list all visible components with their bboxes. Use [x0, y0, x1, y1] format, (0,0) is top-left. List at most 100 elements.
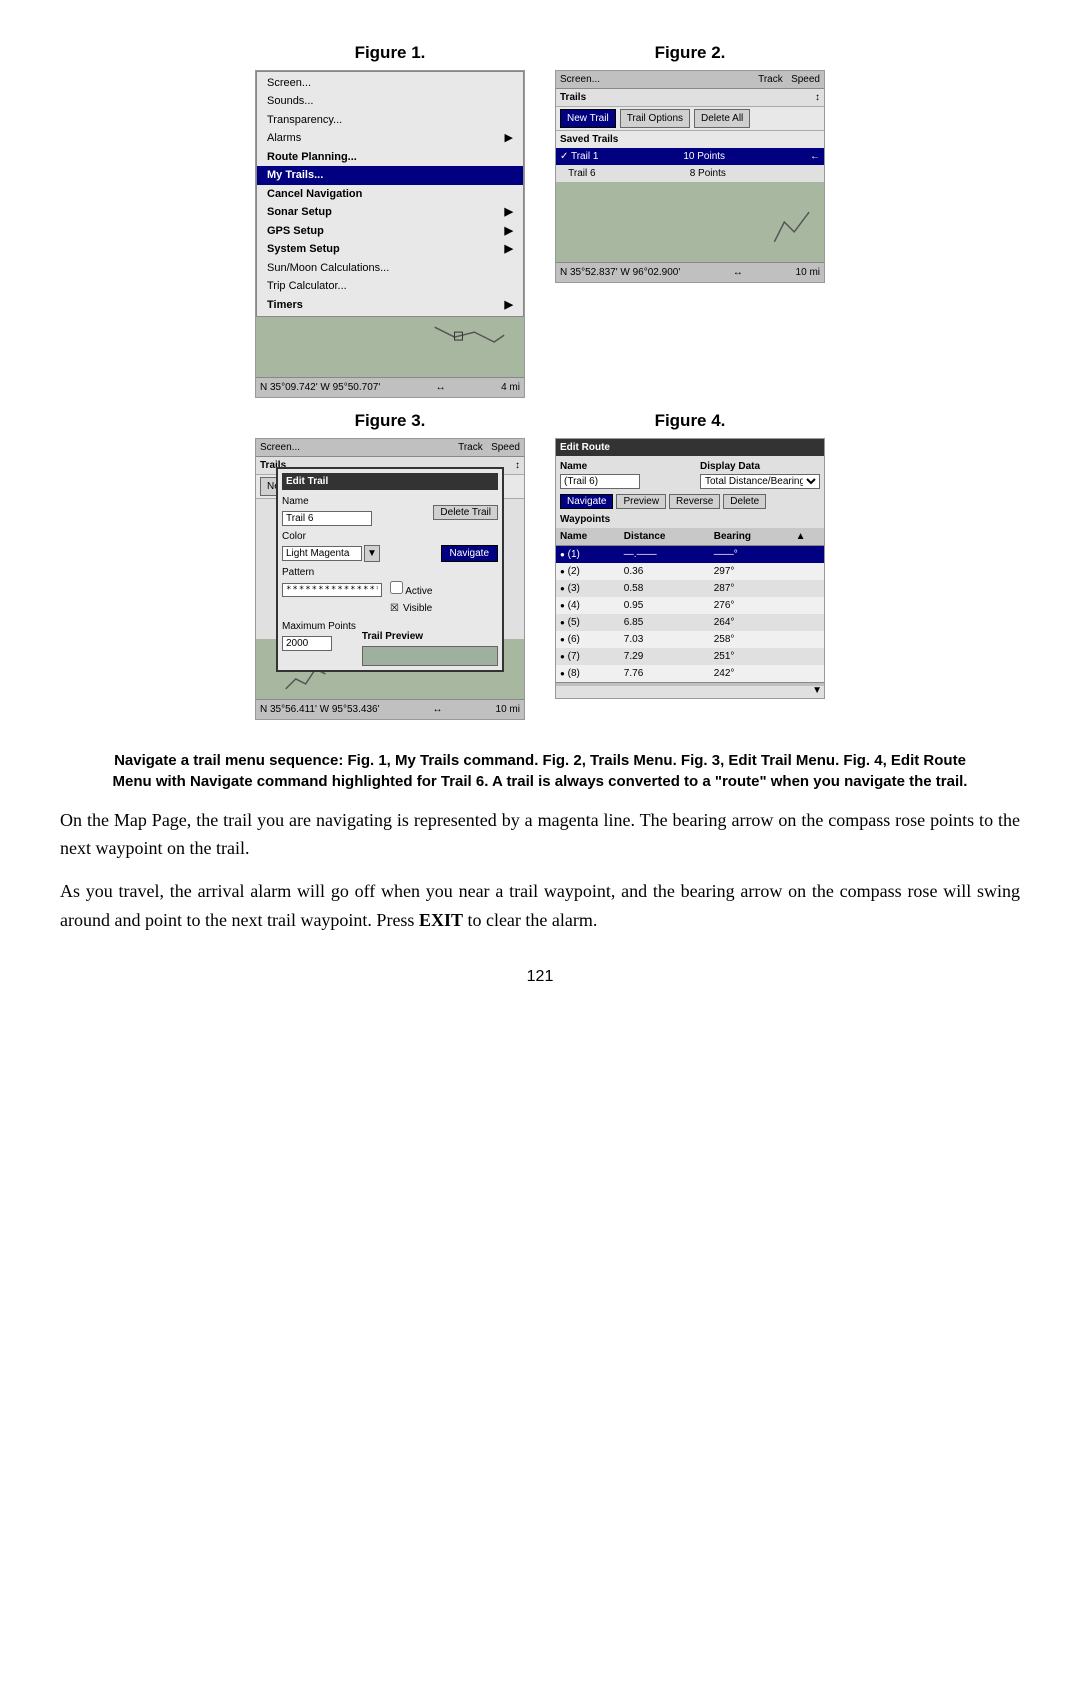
table-row[interactable]: ● (6) 7.03 258°: [556, 631, 824, 648]
figure-2-label: Figure 2.: [655, 40, 726, 66]
figure-2: Screen... Track Speed Trails ↕ New Trail…: [555, 70, 825, 283]
fig2-saved-trails-label: Saved Trails: [556, 131, 824, 148]
fig3-navigate-btn[interactable]: Navigate: [441, 545, 498, 562]
fig1-distance: 4 mi: [501, 380, 520, 395]
fig1-menu: Screen... Sounds... Transparency... Alar…: [256, 71, 524, 318]
fig4-col-distance: Distance: [620, 528, 710, 546]
fig4-delete-btn[interactable]: Delete: [723, 494, 766, 509]
menu-item-gps[interactable]: GPS Setup▶: [257, 222, 523, 241]
fig2-trail-row-1[interactable]: ✓ Trail 1 10 Points ←: [556, 148, 824, 165]
fig3-visible-row: ☒ Visible: [282, 601, 498, 616]
menu-item-sonar[interactable]: Sonar Setup▶: [257, 203, 523, 222]
fig3-screen: Screen...: [260, 440, 300, 455]
fig3-distance: 10 mi: [496, 702, 520, 717]
fig2-screen: Screen...: [560, 72, 600, 87]
fig2-menubar: New Trail Trail Options Delete All: [556, 107, 824, 131]
fig4-col-scroll: ▲: [792, 528, 824, 546]
figures-container: Figure 1. Screen... Sounds... Transparen…: [60, 40, 1020, 730]
table-row[interactable]: ● (2) 0.36 297°: [556, 563, 824, 580]
fig3-delete-trail-btn[interactable]: Delete Trail: [433, 505, 498, 520]
fig1-coords: N 35°09.742' W 95°50.707': [260, 380, 380, 395]
fig2-btn-trail-options[interactable]: Trail Options: [620, 109, 690, 128]
fig3-color-dropdown[interactable]: ▼: [364, 545, 380, 562]
fig3-pattern-input: [282, 583, 382, 597]
fig2-track-speed: Track Speed: [758, 72, 820, 87]
fig1-scale: ↔: [436, 380, 446, 395]
figure-2-block: Figure 2. Screen... Track Speed Trails ↕…: [555, 40, 825, 398]
fig2-btn-delete-all[interactable]: Delete All: [694, 109, 750, 128]
fig4-preview-btn[interactable]: Preview: [616, 494, 666, 509]
fig4-waypoints-table: Name Distance Bearing ▲ ● (1) —.—— ——° ●…: [556, 528, 824, 682]
menu-item-my-trails[interactable]: My Trails...: [257, 166, 523, 185]
fig3-edit-trail-dialog: Edit Trail Name Delete Trail Color: [276, 467, 504, 673]
figure-1: Screen... Sounds... Transparency... Alar…: [255, 70, 525, 399]
fig3-max-points-input[interactable]: [282, 636, 332, 651]
menu-item-timers[interactable]: Timers▶: [257, 296, 523, 315]
caption: Navigate a trail menu sequence: Fig. 1, …: [100, 750, 980, 792]
fig4-waypoints-label: Waypoints: [556, 511, 824, 528]
page-number: 121: [60, 965, 1020, 989]
fig1-bottom-bar: N 35°09.742' W 95°50.707' ↔ 4 mi: [256, 377, 524, 397]
fig3-trail-preview-bar: [362, 646, 498, 666]
fig1-map-area: [256, 317, 524, 377]
fig3-name-label: Name: [282, 494, 427, 509]
fig3-checkboxes: Active: [390, 581, 432, 599]
fig4-reverse-btn[interactable]: Reverse: [669, 494, 720, 509]
fig4-name-row: Name Display Data Total Distance/Bearing: [556, 456, 824, 492]
fig2-topbar: Screen... Track Speed: [556, 71, 824, 89]
table-row[interactable]: ● (8) 7.76 242°: [556, 665, 824, 682]
figure-3: Screen... Track Speed Trails ↕ New Trail…: [255, 438, 525, 720]
fig3-bottom-bar: N 35°56.411' W 95°53.436' ↔ 10 mi: [256, 699, 524, 719]
figure-3-block: Figure 3. Screen... Track Speed Trails ↕…: [255, 408, 525, 720]
menu-item-transparency[interactable]: Transparency...: [257, 111, 523, 130]
menu-item-cancel-nav[interactable]: Cancel Navigation: [257, 185, 523, 204]
fig2-btn-new-trail[interactable]: New Trail: [560, 109, 616, 128]
menu-item-sunmoon[interactable]: Sun/Moon Calculations...: [257, 259, 523, 278]
fig4-col-bearing: Bearing: [710, 528, 792, 546]
fig4-scrollbar-bottom: ▼: [556, 682, 824, 686]
menu-item-screen[interactable]: Screen...: [257, 74, 523, 93]
fig2-trail-row-6[interactable]: Trail 6 8 Points: [556, 165, 824, 182]
fig2-coords: N 35°52.837' W 96°02.900': [560, 265, 680, 280]
fig3-topbar: Screen... Track Speed: [256, 439, 524, 457]
table-row[interactable]: ● (4) 0.95 276°: [556, 597, 824, 614]
fig4-name-label: Name: [560, 459, 640, 474]
fig3-trail-preview-label: Trail Preview: [362, 629, 498, 644]
figures-row-top: Figure 1. Screen... Sounds... Transparen…: [255, 40, 825, 398]
body-para-1: On the Map Page, the trail you are navig…: [60, 806, 1020, 864]
fig4-navigate-btn[interactable]: Navigate: [560, 494, 613, 509]
exit-bold: EXIT: [419, 910, 463, 930]
table-row[interactable]: ● (5) 6.85 264°: [556, 614, 824, 631]
body-para-2: As you travel, the arrival alarm will go…: [60, 877, 1020, 935]
fig2-distance: 10 mi: [796, 265, 820, 280]
table-row[interactable]: ● (3) 0.58 287°: [556, 580, 824, 597]
fig4-btn-row: Navigate Preview Reverse Delete: [556, 492, 824, 511]
figure-1-label: Figure 1.: [355, 40, 426, 66]
fig3-name-input[interactable]: [282, 511, 372, 526]
figures-row-bottom: Figure 3. Screen... Track Speed Trails ↕…: [255, 408, 825, 720]
fig4-display-data-select[interactable]: Total Distance/Bearing: [700, 474, 820, 489]
menu-item-trip[interactable]: Trip Calculator...: [257, 277, 523, 296]
fig4-display-data-label: Display Data: [700, 459, 820, 474]
fig4-name-input[interactable]: [560, 474, 640, 489]
fig3-active-checkbox[interactable]: [390, 581, 403, 594]
menu-item-sounds[interactable]: Sounds...: [257, 92, 523, 111]
fig2-trails-header: Trails ↕: [556, 89, 824, 107]
figure-3-label: Figure 3.: [355, 408, 426, 434]
fig3-dialog-title: Edit Trail: [282, 473, 498, 490]
fig3-color-label: Color: [282, 529, 435, 544]
menu-item-alarms[interactable]: Alarms▶: [257, 129, 523, 148]
fig3-coords: N 35°56.411' W 95°53.436': [260, 702, 380, 717]
fig2-map-area: [556, 182, 824, 262]
fig3-color-input: [282, 546, 362, 561]
figure-1-block: Figure 1. Screen... Sounds... Transparen…: [255, 40, 525, 398]
menu-item-system[interactable]: System Setup▶: [257, 240, 523, 259]
fig2-bottom-bar: N 35°52.837' W 96°02.900' ↔ 10 mi: [556, 262, 824, 282]
fig4-title-bar: Edit Route: [556, 439, 824, 456]
figure-4: Edit Route Name Display Data Total Dista…: [555, 438, 825, 699]
table-row[interactable]: ● (7) 7.29 251°: [556, 648, 824, 665]
figure-4-block: Figure 4. Edit Route Name Display Data T…: [555, 408, 825, 720]
table-row[interactable]: ● (1) —.—— ——°: [556, 545, 824, 563]
fig3-max-points-label: Maximum Points: [282, 619, 356, 634]
menu-item-route-planning[interactable]: Route Planning...: [257, 148, 523, 167]
